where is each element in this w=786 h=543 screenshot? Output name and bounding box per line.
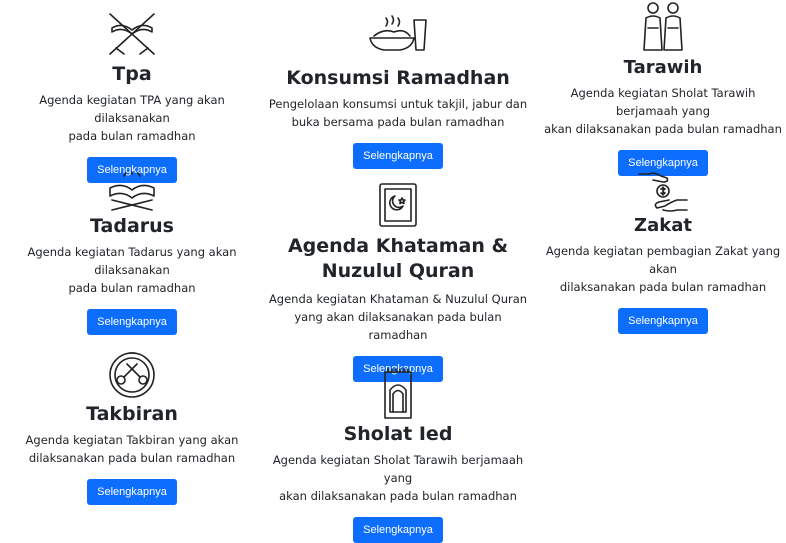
selengkapnya-button[interactable]: Selengkapnya (87, 478, 177, 505)
card-description: Agenda kegiatan Takbiran yang akan dilak… (25, 432, 239, 465)
card-title: Tadarus (90, 215, 174, 237)
card-description: Agenda kegiatan Sholat Tarawih berjamaah… (272, 452, 524, 503)
praying-people-icon (643, 2, 683, 51)
card-description: Agenda kegiatan TPA yang akan dilaksanak… (39, 92, 225, 143)
card-title: Zakat (634, 215, 692, 236)
card-tarawih: Tarawih Agenda kegiatan Sholat Tarawih b… (538, 0, 786, 176)
open-quran-icon (109, 171, 155, 211)
card-zakat: Zakat Agenda kegiatan pembagian Zakat ya… (538, 170, 786, 334)
card-takbiran: Takbiran Agenda kegiatan Takbiran yang a… (0, 350, 264, 505)
prayer-mat-icon (384, 368, 412, 419)
card-description: Agenda kegiatan Khataman & Nuzulul Quran… (268, 292, 528, 342)
card-konsumsi-ramadhan: Konsumsi Ramadhan Pengelolaan konsumsi u… (268, 14, 528, 169)
selengkapnya-button[interactable]: Selengkapnya (353, 516, 443, 543)
selengkapnya-button[interactable]: Selengkapnya (87, 308, 177, 335)
card-title: Tpa (112, 63, 152, 85)
card-description: Agenda kegiatan Sholat Tarawih berjamaah… (544, 85, 782, 136)
card-title: Sholat Ied (343, 423, 453, 445)
card-title: Konsumsi Ramadhan (286, 67, 510, 89)
card-khataman: Agenda Khataman & Nuzulul Quran Agenda k… (268, 182, 528, 382)
quran-book-icon (379, 183, 417, 227)
card-description: Agenda kegiatan Tadarus yang akan dilaks… (27, 244, 237, 295)
quran-stand-icon (109, 13, 155, 55)
card-title: Takbiran (86, 403, 178, 425)
card-title: Agenda Khataman & Nuzulul Quran (287, 235, 509, 282)
card-description: Agenda kegiatan pembagian Zakat yang aka… (545, 243, 781, 294)
card-tadarus: Tadarus Agenda kegiatan Tadarus yang aka… (0, 171, 264, 335)
card-description: Pengelolaan konsumsi untuk takjil, jabur… (268, 96, 528, 129)
food-bowl-icon (369, 15, 427, 51)
selengkapnya-button[interactable]: Selengkapnya (618, 307, 708, 334)
zakat-hands-icon (638, 172, 688, 212)
selengkapnya-button[interactable]: Selengkapnya (353, 142, 443, 169)
card-title: Tarawih (623, 57, 703, 78)
card-tpa: Tpa Agenda kegiatan TPA yang akan dilaks… (0, 8, 264, 183)
card-sholat-ied: Sholat Ied Agenda kegiatan Sholat Tarawi… (268, 368, 528, 543)
drum-icon (109, 352, 155, 398)
